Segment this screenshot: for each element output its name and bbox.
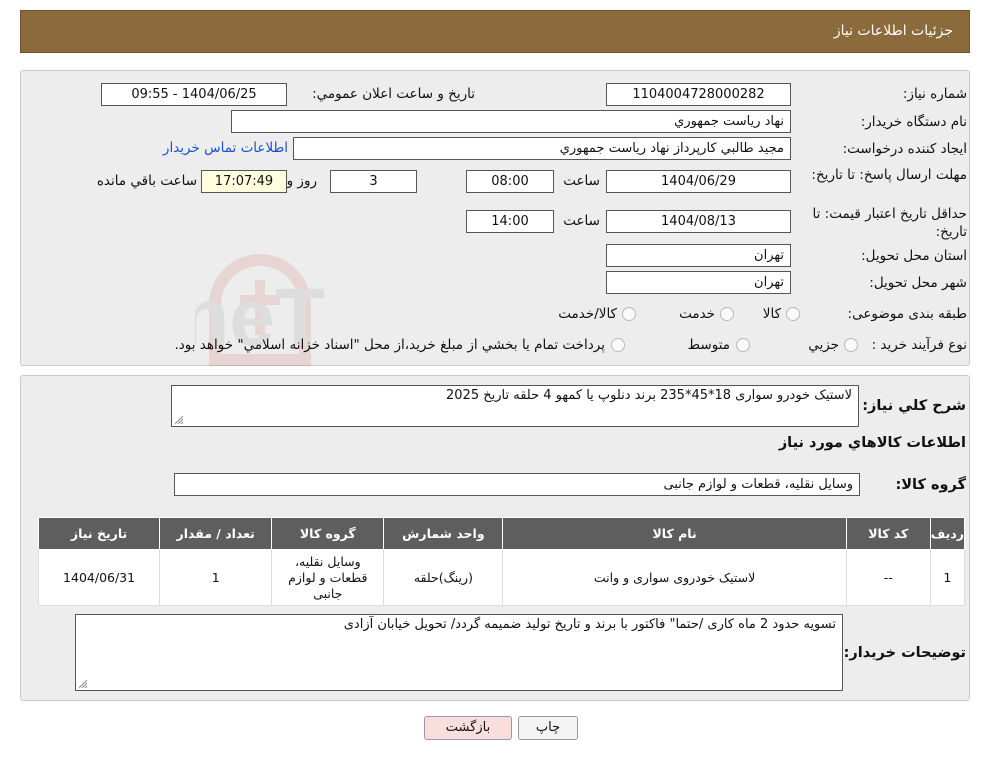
radio-category-goods-service-label: کالا/خدمت xyxy=(558,306,617,322)
process-note: پرداخت تمام يا بخشي از مبلغ خريد،از محل … xyxy=(174,337,605,353)
table-header-row: رديف کد کالا نام کالا واحد شمارش گروه کا… xyxy=(37,517,966,550)
process-label: نوع فرآيند خريد : xyxy=(871,337,967,353)
cell-row: 1 xyxy=(929,549,966,606)
th-code: کد کالا xyxy=(845,517,931,550)
need-number-field: 1104004728000282 xyxy=(606,83,791,106)
countdown-field: 17:07:49 xyxy=(201,170,287,193)
cell-name: لاستیک خودروی سواری و وانت xyxy=(502,549,847,606)
goods-group-label: گروه کالا: xyxy=(895,477,966,493)
category-label: طبقه بندی موضوعی: xyxy=(847,306,967,322)
deadline-time-field: 08:00 xyxy=(466,170,554,193)
cell-group: وسایل نقلیه، قطعات و لوازم جانبی xyxy=(271,549,385,606)
resize-grip-icon xyxy=(175,416,183,424)
radio-process-medium-label: متوسط xyxy=(687,337,730,353)
th-name: نام کالا xyxy=(502,517,847,550)
radio-process-small[interactable] xyxy=(844,338,858,352)
radio-category-goods-label: کالا xyxy=(762,306,781,322)
radio-category-goods-service[interactable] xyxy=(622,307,636,321)
goods-group-field: وسایل نقلیه، قطعات و لوازم جانبی xyxy=(174,473,860,496)
goods-section-title: اطلاعات كالاهاي مورد نياز xyxy=(778,435,966,451)
cell-qty: 1 xyxy=(159,549,273,606)
resize-grip-icon xyxy=(79,680,87,688)
validity-time-field: 14:00 xyxy=(466,210,554,233)
description-textarea[interactable]: لاستیک خودرو سواری 18*45*235 برند دنلوپ … xyxy=(171,385,859,427)
province-label: استان محل تحويل: xyxy=(861,248,967,264)
th-date: تاريخ نياز xyxy=(37,517,161,550)
validity-label: حداقل تاريخ اعتبار قيمت: تا تاريخ: xyxy=(812,206,967,240)
deadline-date-field: 1404/06/29 xyxy=(606,170,791,193)
creator-label: ايجاد کننده درخواست: xyxy=(842,141,967,157)
radio-process-treasury[interactable] xyxy=(611,338,625,352)
buyer-org-label: نام دستگاه خريدار: xyxy=(860,114,967,130)
remaining-label: ساعت باقي مانده xyxy=(96,173,197,189)
need-number-label: شماره نیاز: xyxy=(902,86,967,102)
radio-process-small-label: جزيي xyxy=(808,337,839,353)
radio-process-medium[interactable] xyxy=(736,338,750,352)
days-remaining-field: 3 xyxy=(330,170,417,193)
radio-category-service-label: خدمت xyxy=(679,306,715,322)
page-title: جزئیات اطلاعات نیاز xyxy=(833,23,953,39)
table-row: 1 -- لاستیک خودروی سواری و وانت (رینگ)حل… xyxy=(37,549,966,606)
validity-time-label: ساعت xyxy=(563,213,600,229)
deadline-time-label: ساعت xyxy=(563,173,600,189)
cell-code: -- xyxy=(845,549,931,606)
buyer-notes-text: تسویه حدود 2 ماه کاری /حتما" فاکتور با ب… xyxy=(343,617,836,632)
page-header: جزئیات اطلاعات نیاز xyxy=(20,10,970,53)
cell-date: 1404/06/31 xyxy=(37,549,161,606)
items-table: رديف کد کالا نام کالا واحد شمارش گروه کا… xyxy=(37,517,966,606)
city-label: شهر محل تحويل: xyxy=(869,275,967,291)
th-qty: تعداد / مقدار xyxy=(159,517,273,550)
back-button[interactable]: بازگشت xyxy=(424,716,512,740)
deadline-label: مهلت ارسال پاسخ: تا تاريخ: xyxy=(811,167,967,183)
announce-label: تاریخ و ساعت اعلان عمومي: xyxy=(312,86,475,102)
th-group: گروه کالا xyxy=(271,517,385,550)
validity-date-field: 1404/08/13 xyxy=(606,210,791,233)
announce-field: 1404/06/25 - 09:55 xyxy=(101,83,287,106)
th-unit: واحد شمارش xyxy=(383,517,504,550)
days-label: روز و xyxy=(286,173,317,189)
buyer-notes-textarea[interactable]: تسویه حدود 2 ماه کاری /حتما" فاکتور با ب… xyxy=(75,614,843,691)
province-field: تهران xyxy=(606,244,791,267)
description-label: شرح كلي نياز: xyxy=(862,398,966,414)
buyer-contact-link[interactable]: اطلاعات تماس خريدار xyxy=(163,140,288,156)
city-field: تهران xyxy=(606,271,791,294)
cell-unit: (رینگ)حلقه xyxy=(383,549,504,606)
radio-category-goods[interactable] xyxy=(786,307,800,321)
th-row: رديف xyxy=(929,517,966,550)
buyer-notes-label: توضيحات خريدار: xyxy=(843,645,966,661)
radio-category-service[interactable] xyxy=(720,307,734,321)
print-button[interactable]: چاپ xyxy=(518,716,578,740)
buyer-org-field: نهاد رياست جمهوري xyxy=(231,110,791,133)
creator-field: مجيد طالبي کارپرداز نهاد رياست جمهوري xyxy=(293,137,791,160)
description-text: لاستیک خودرو سواری 18*45*235 برند دنلوپ … xyxy=(446,388,852,403)
